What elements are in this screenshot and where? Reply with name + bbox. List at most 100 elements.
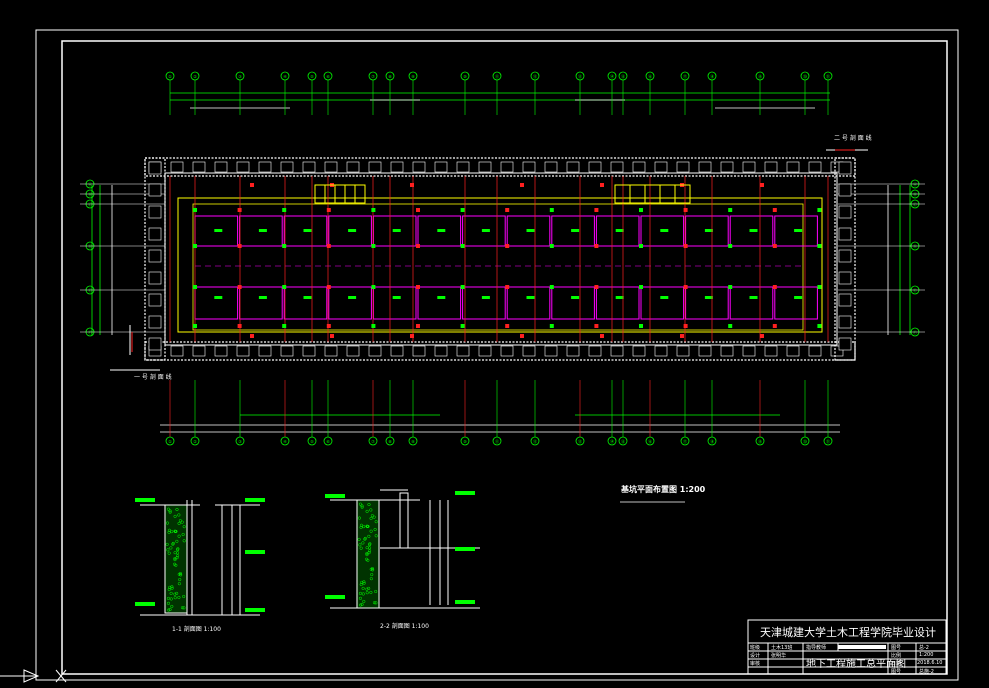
pile-cell (258, 161, 272, 173)
pile-cell (838, 271, 852, 285)
top-axis-label: ⑧ (388, 74, 392, 79)
room-tag (437, 296, 446, 299)
top-axis-label: ③ (238, 74, 242, 79)
pile-cell (522, 345, 536, 357)
column-dot (237, 244, 242, 248)
bottom-axis-bubbles: ① ② ③ ④ ⑤ ⑥ ⑦ ⑧ ⑨ ⑩ ⑪ ⑫ ⑬ ⑭ ⑮ ⑯ ⑰ ⑱ ⑲ ⑳ ㉑ (165, 436, 833, 446)
column-dot (505, 324, 510, 328)
column-dot (371, 324, 376, 328)
section-2-2-title: 2-2 剖面图 1:100 (380, 623, 429, 630)
column-dot (282, 324, 287, 328)
tb-r1c3: 指导教师 (806, 645, 827, 651)
bottom-axis-label: ⑭ (610, 438, 614, 444)
pile-cell (522, 161, 536, 173)
bottom-axis-label: ⑫ (533, 438, 537, 444)
pile-cell (478, 161, 492, 173)
pile-cell (500, 161, 514, 173)
pile-cell (698, 345, 712, 357)
column-dot (282, 244, 287, 248)
top-axis-label: ⑨ (411, 74, 415, 79)
column-dot (772, 208, 777, 212)
column-dot (371, 244, 376, 248)
column-dot (594, 324, 599, 328)
column-dot (410, 334, 414, 338)
room-south (194, 286, 239, 320)
bottom-axis-ticks (169, 380, 829, 437)
pile-cell (434, 161, 448, 173)
room-south (239, 286, 283, 320)
room-tag (392, 229, 401, 232)
column-dot (460, 208, 465, 212)
column-dot (817, 244, 822, 248)
pile-cell (566, 161, 580, 173)
column-dot (520, 334, 524, 338)
column-dot (817, 208, 822, 212)
column-dot (416, 244, 420, 248)
room-tag (348, 296, 357, 299)
room-tag (571, 296, 580, 299)
room-south (372, 286, 417, 320)
column-dot (326, 208, 331, 212)
room-tag (749, 296, 758, 299)
pile-cell (698, 161, 712, 173)
pile-cell (742, 161, 756, 173)
column-dot (371, 208, 376, 212)
bottom-axis-label: ⑧ (388, 439, 392, 444)
column-dot (237, 324, 242, 328)
title-block-fill-bar (838, 645, 886, 649)
pile-cell (838, 337, 852, 351)
column-dot (326, 285, 331, 289)
room-tag (348, 229, 357, 232)
plan-title: 基坑平面布置图 1:200 (621, 485, 706, 494)
top-axis-label: ① (168, 74, 172, 79)
pile-cell (456, 161, 470, 173)
top-axis-label: ⑪ (495, 73, 499, 79)
bottom-axis-label: ⑦ (371, 439, 375, 444)
pile-cell (808, 161, 822, 173)
room-tag (437, 229, 446, 232)
column-dot (594, 208, 599, 212)
column-dot (639, 244, 643, 248)
pile-cell (838, 183, 852, 197)
bottom-axis-label: ⑪ (495, 438, 499, 444)
column-dot (416, 285, 420, 289)
room-tag (749, 229, 758, 232)
top-axis-label: ⑲ (758, 73, 762, 79)
bottom-axis-label: ⑥ (326, 439, 330, 444)
bottom-axis-label: ⑬ (578, 438, 582, 444)
column-dot (639, 208, 643, 212)
column-dot (282, 285, 287, 289)
room-tag (258, 229, 267, 232)
bottom-axis-label: ④ (283, 439, 287, 444)
top-axis-label: ⑫ (533, 73, 537, 79)
column-dot (772, 285, 777, 289)
bottom-dimension-lines (160, 414, 840, 433)
pile-cell (654, 161, 668, 173)
pile-cell (170, 345, 184, 357)
column-dot (639, 285, 643, 289)
pile-cell (632, 345, 646, 357)
bottom-axis-label: ③ (238, 439, 242, 444)
top-dimension-lines (170, 92, 830, 109)
bottom-axis-label: ⑳ (803, 438, 807, 444)
stair-right (614, 184, 691, 204)
top-axis-label: ② (193, 74, 197, 79)
pile-cell (676, 345, 690, 357)
top-axis-label: ㉑ (826, 73, 830, 79)
pile-cell (148, 205, 162, 219)
section-mark-bottom: 一 号 剖 面 线 (134, 374, 172, 381)
pile-cell (214, 345, 228, 357)
tb-r2c1: 设计 (750, 653, 761, 659)
column-dot (460, 285, 465, 289)
column-dot (237, 285, 242, 289)
column-dot (416, 324, 420, 328)
bottom-axis-label: ⑮ (621, 438, 625, 444)
column-dot (728, 285, 733, 289)
room-south (283, 286, 328, 320)
bottom-axis-label: ⑰ (683, 438, 687, 444)
pile-cell (838, 249, 852, 263)
column-dot (520, 183, 524, 187)
pile-cell (544, 345, 558, 357)
pile-cell (148, 337, 162, 351)
cad-drawing-canvas: ① ② ③ ④ ⑤ ⑥ ⑦ ⑧ ⑨ ⑩ ⑪ ⑫ ⑬ ⑭ ⑮ ⑯ ⑰ ⑱ ⑲ ⑳ ㉑ ① ② ③ ④ ⑤ ⑥ ⑦ ⑧ ⑨ ⑩ ⑪ ⑫ ⑬ ⑭ ⑮ ⑯ ⑰ ⑱… (0, 29, 959, 683)
